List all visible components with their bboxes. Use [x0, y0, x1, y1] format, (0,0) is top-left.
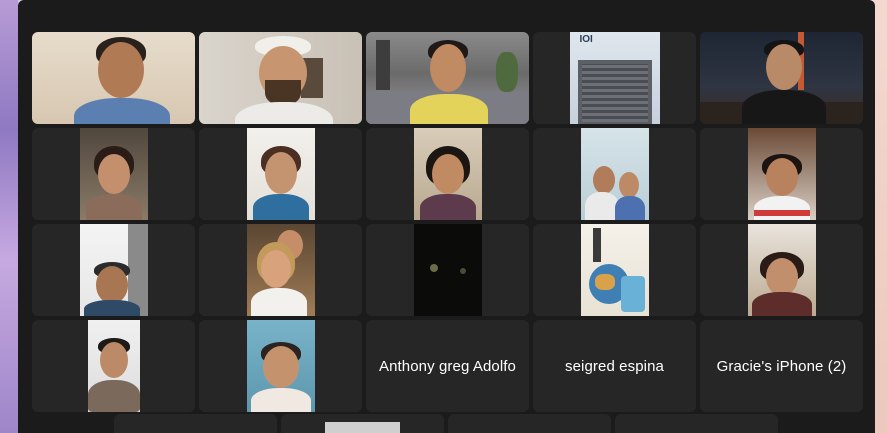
participant-tile-20[interactable]: Gracie's iPhone (2) [700, 320, 863, 412]
participant-tile-5[interactable] [700, 32, 863, 124]
participant-tile-1[interactable] [32, 32, 195, 124]
participant-tile-3[interactable] [366, 32, 529, 124]
participant-tile-9[interactable] [533, 128, 696, 220]
participant-tile-17[interactable] [199, 320, 362, 412]
participant-video-5 [700, 32, 863, 124]
participant-video-7 [246, 128, 315, 220]
participant-name: Anthony greg Adolfo [378, 357, 516, 375]
participant-name: Gracie's iPhone (2) [716, 357, 847, 375]
participant-tile-13[interactable] [366, 224, 529, 316]
desktop-wallpaper-right [873, 0, 887, 433]
participant-tile-partial-1[interactable] [114, 414, 277, 433]
participant-name: seigred espina [565, 357, 664, 375]
participant-video-10 [747, 128, 816, 220]
participant-video-4: IOI [569, 32, 660, 124]
participant-video-6 [79, 128, 148, 220]
participant-video-14 [580, 224, 649, 316]
participant-tile-4[interactable]: IOI [533, 32, 696, 124]
participant-tile-partial-4[interactable] [615, 414, 778, 433]
participant-video-partial [325, 422, 400, 433]
participant-tile-19[interactable]: seigred espina [533, 320, 696, 412]
participant-video-15 [747, 224, 816, 316]
participant-tile-10[interactable] [700, 128, 863, 220]
participant-video-13 [413, 224, 482, 316]
participant-video-16 [87, 320, 140, 412]
participant-tile-partial-3[interactable] [448, 414, 611, 433]
participant-video-8 [413, 128, 482, 220]
desktop-wallpaper-left [0, 0, 18, 433]
participant-tile-15[interactable] [700, 224, 863, 316]
participant-tile-2[interactable] [199, 32, 362, 124]
participant-tile-18[interactable]: Anthony greg Adolfo [366, 320, 529, 412]
participant-tile-12[interactable] [199, 224, 362, 316]
participant-video-12 [246, 224, 315, 316]
participant-video-17 [246, 320, 315, 412]
zoom-gallery-window: IOI Anthony greg Adolfo seigred espina G… [18, 0, 875, 433]
participant-tile-16[interactable] [32, 320, 195, 412]
participant-video-9 [580, 128, 649, 220]
participant-tile-11[interactable] [32, 224, 195, 316]
participant-video-11 [79, 224, 148, 316]
hotel-logo-text: IOI [579, 34, 593, 45]
participant-tile-8[interactable] [366, 128, 529, 220]
participant-tile-6[interactable] [32, 128, 195, 220]
participant-video-3 [366, 32, 529, 124]
participant-video-2 [199, 32, 362, 124]
participant-tile-7[interactable] [199, 128, 362, 220]
participant-tile-partial-2[interactable] [281, 414, 444, 433]
participant-tile-14[interactable] [533, 224, 696, 316]
participant-video-1 [32, 32, 195, 124]
